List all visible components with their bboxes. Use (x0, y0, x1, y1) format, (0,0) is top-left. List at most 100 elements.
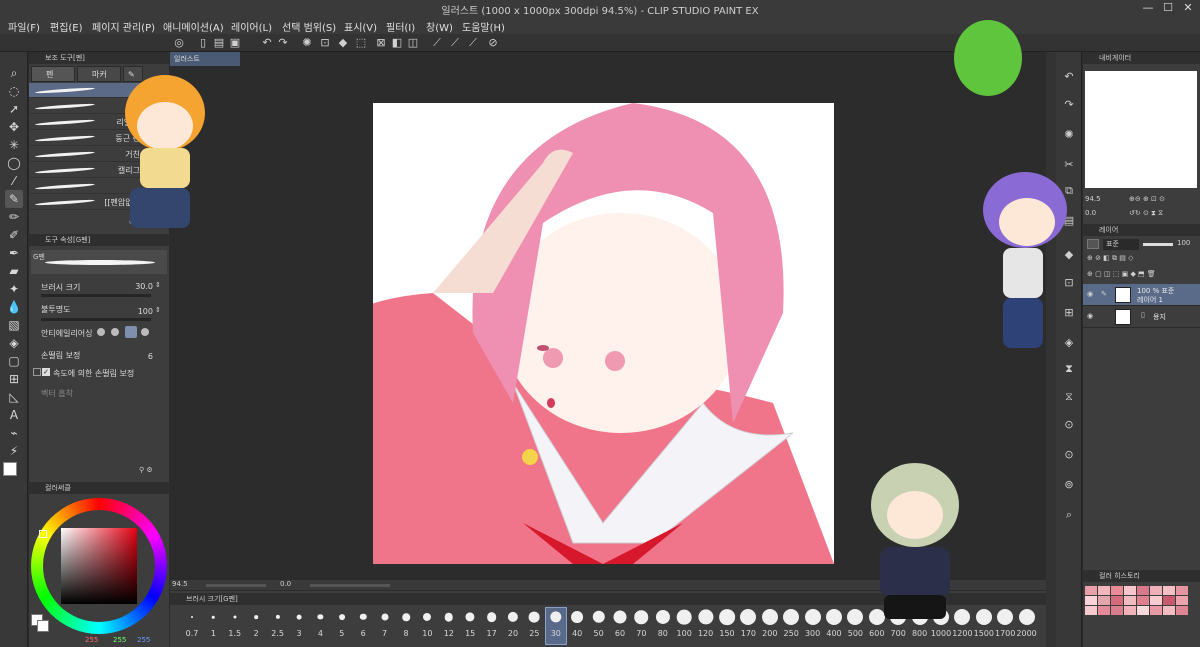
pencil-tool-icon[interactable]: ✏ (5, 208, 23, 226)
eraser-icon[interactable]: ▰ (5, 262, 23, 280)
figure-icon[interactable]: ▢ (5, 352, 23, 370)
color-history-swatch[interactable] (1098, 606, 1110, 615)
layer-color-chip[interactable] (1087, 239, 1099, 249)
move-layer-icon[interactable]: ✥ (5, 118, 23, 136)
brush-size-option[interactable]: 80 (653, 608, 673, 644)
layer-opacity-slider[interactable] (1143, 243, 1173, 246)
undo-panel-icon[interactable]: ↶ (1060, 68, 1078, 86)
brush-size-option[interactable]: 200 (760, 608, 780, 644)
antialias-weak[interactable] (111, 328, 119, 336)
brush-size-option[interactable]: 15 (460, 608, 480, 644)
brush-tool-icon[interactable]: ✐ (5, 226, 23, 244)
blend-icon[interactable]: 💧 (5, 298, 23, 316)
zoom-readout[interactable]: 94.5 (172, 580, 188, 588)
brush-size-option[interactable]: 1700 (995, 608, 1015, 644)
brush-size-option[interactable]: 50 (589, 608, 609, 644)
gradient-icon[interactable]: ▧ (5, 316, 23, 334)
saturation-value-square[interactable] (61, 528, 137, 604)
color-history-swatch[interactable] (1176, 596, 1188, 605)
invert-selection-icon[interactable]: ◧ (390, 36, 404, 50)
shrink-selection-icon[interactable]: ◫ (406, 36, 420, 50)
color-history-swatch[interactable] (1085, 606, 1097, 615)
brush-size-option[interactable]: 150 (717, 608, 737, 644)
main-color-swatch[interactable] (3, 462, 17, 476)
airbrush-icon[interactable]: ✒ (5, 244, 23, 262)
tab-pen[interactable]: 펜 (31, 66, 75, 82)
color-history-swatch[interactable] (1137, 606, 1149, 615)
fill-bucket-icon[interactable]: ◈ (5, 334, 23, 352)
eye-icon[interactable]: ◉ (1087, 312, 1093, 320)
color-history-swatch[interactable] (1124, 596, 1136, 605)
hand-tool-icon[interactable]: ◌ (5, 82, 23, 100)
opacity-value[interactable]: 100 (119, 307, 153, 316)
menu-edit[interactable]: 편집(E) (50, 19, 83, 34)
menu-layer[interactable]: 레이어(L) (231, 19, 272, 34)
color-history-swatch[interactable] (1098, 586, 1110, 595)
brush-size-option[interactable]: 4 (310, 608, 330, 644)
brush-size-option[interactable]: 17 (482, 608, 502, 644)
undo-icon[interactable]: ↶ (260, 36, 274, 50)
menu-page[interactable]: 페이지 관리(P) (92, 19, 155, 34)
fill-icon[interactable]: ◆ (336, 36, 350, 50)
frame-icon[interactable]: ⊞ (5, 370, 23, 388)
antialias-strong[interactable] (141, 328, 149, 336)
brush-size-option[interactable]: 7 (375, 608, 395, 644)
sub-view-icon[interactable]: ⌕ (1060, 506, 1078, 524)
color-history-swatch[interactable] (1150, 606, 1162, 615)
navigator-zoom[interactable]: 94.5 (1085, 195, 1101, 203)
brush-size-option[interactable]: 250 (781, 608, 801, 644)
flip-vertical-icon[interactable]: ⧖ (1060, 388, 1078, 406)
pen-tool-icon[interactable]: ✎ (5, 190, 23, 208)
color-history-swatch[interactable] (1111, 586, 1123, 595)
correct-line-icon[interactable]: ⚡ (5, 442, 23, 460)
layer-row[interactable]: ◉ ▯ 용지 (1083, 306, 1200, 328)
antialias-options[interactable] (95, 326, 155, 338)
brush-size-option[interactable]: 170 (738, 608, 758, 644)
menu-animation[interactable]: 애니메이션(A) (163, 19, 224, 34)
blend-mode-select[interactable]: 표준 (1103, 239, 1139, 250)
brush-size-option[interactable]: 300 (803, 608, 823, 644)
color-history-swatch[interactable] (1137, 586, 1149, 595)
color-history-swatch[interactable] (1124, 586, 1136, 595)
brush-size-option[interactable]: 2000 (1016, 608, 1037, 644)
layer-tool-row-2[interactable]: ⊕ ▢ ◫ ⬚ ▣ ◆ ⬒ 🗑 (1087, 270, 1156, 278)
color-history-swatch[interactable] (1150, 596, 1162, 605)
brush-size-option[interactable]: 2 (246, 608, 266, 644)
brush-size-option[interactable]: 25 (524, 608, 544, 644)
layer-opacity-value[interactable]: 100 (1177, 239, 1190, 247)
eye-icon[interactable]: ◉ (1087, 290, 1093, 298)
ruler-icon[interactable]: ◺ (5, 388, 23, 406)
lasso-icon[interactable]: ◯ (5, 154, 23, 172)
expand-toggle[interactable] (33, 368, 41, 376)
eyedropper-icon[interactable]: ⁄ (5, 172, 23, 190)
auto-select-icon[interactable]: ✳ (5, 136, 23, 154)
deselect-icon[interactable]: ⊠ (374, 36, 388, 50)
rotation-readout[interactable]: 0.0 (280, 580, 291, 588)
brush-size-option[interactable]: 20 (503, 608, 523, 644)
tool-property-actions[interactable]: ⚲ ⚙ (139, 466, 153, 474)
rotate-icon[interactable]: ⊙ (1060, 416, 1078, 434)
brush-size-option[interactable]: 1.5 (225, 608, 245, 644)
close-button[interactable]: ✕ (1180, 1, 1196, 14)
brush-size-value[interactable]: 30.0 (119, 282, 153, 291)
decoration-icon[interactable]: ✦ (5, 280, 23, 298)
stabilization-value[interactable]: 6 (119, 352, 153, 361)
color-history-swatch[interactable] (1124, 606, 1136, 615)
canvas-paper[interactable] (373, 103, 834, 564)
brush-size-option[interactable]: 2.5 (268, 608, 288, 644)
brush-size-option[interactable]: 400 (824, 608, 844, 644)
navigator-rotation[interactable]: 0.0 (1085, 209, 1096, 217)
menu-selection[interactable]: 선택 범위(S) (282, 19, 336, 34)
menu-filter[interactable]: 필터(I) (386, 19, 415, 34)
snap-grid-icon[interactable]: ⟋ (466, 36, 480, 50)
brush-size-option[interactable]: 40 (567, 608, 587, 644)
brush-size-option[interactable]: 0.7 (182, 608, 202, 644)
snap-special-ruler-icon[interactable]: ⟋ (448, 36, 462, 50)
color-history-swatch[interactable] (1085, 586, 1097, 595)
text-tool-icon[interactable]: A (5, 406, 23, 424)
brush-size-option[interactable]: 3 (289, 608, 309, 644)
transform-icon[interactable]: ⊡ (318, 36, 332, 50)
brush-size-slider[interactable] (41, 294, 151, 297)
speed-stabilization-checkbox[interactable]: ✓ (42, 368, 50, 376)
color-history-swatch[interactable] (1085, 596, 1097, 605)
